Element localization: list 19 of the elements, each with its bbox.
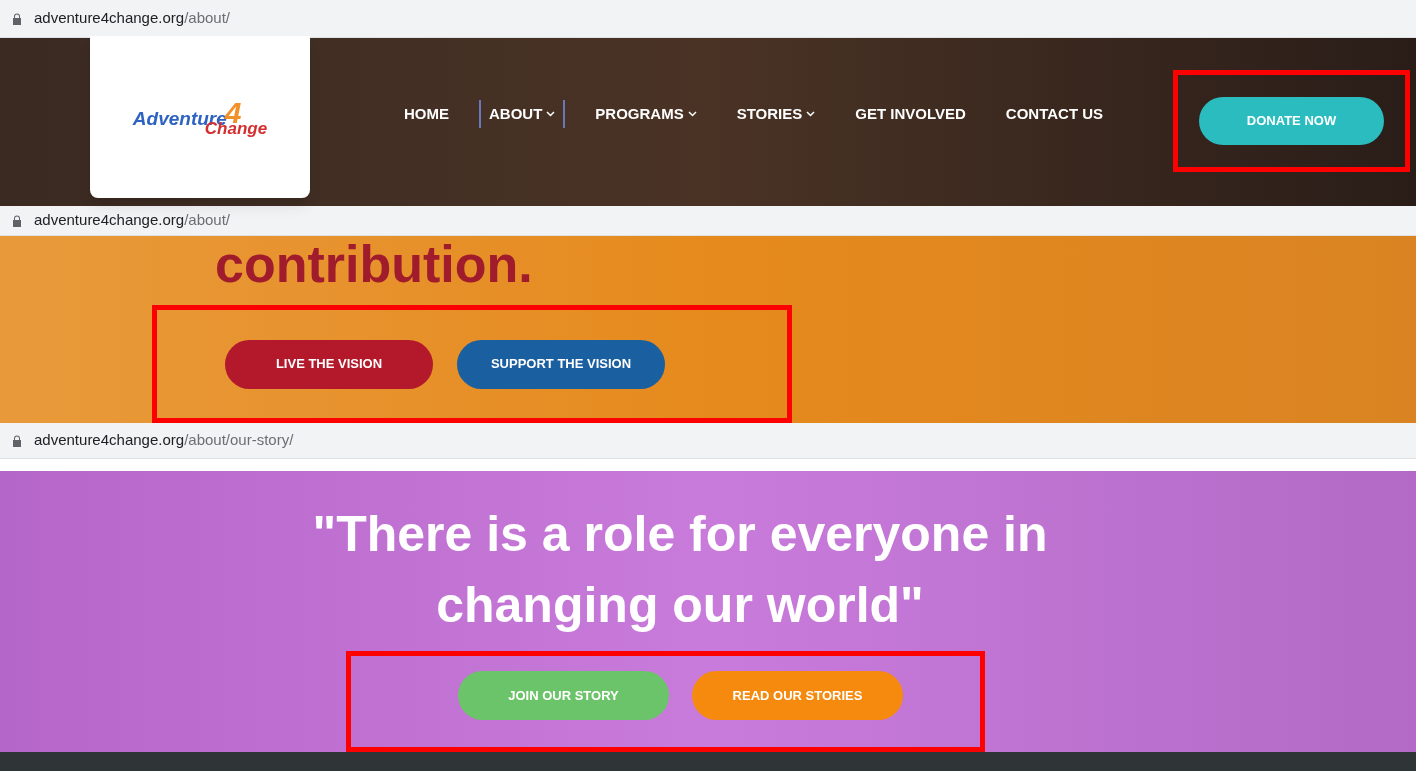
- nav-link[interactable]: STORIES: [726, 100, 826, 128]
- cta-button[interactable]: SUPPORT THE VISION: [457, 339, 665, 389]
- lock-icon: [12, 434, 22, 447]
- nav-link[interactable]: ABOUT: [479, 100, 566, 128]
- lock-icon: [12, 214, 22, 227]
- address-bar[interactable]: adventure4change.org/about/our-story/: [0, 423, 1416, 459]
- url-text: adventure4change.org/about/our-story/: [34, 430, 294, 451]
- address-bar[interactable]: adventure4change.org/about/: [0, 0, 1416, 38]
- nav-link[interactable]: CONTACT US: [995, 100, 1114, 128]
- url-text: adventure4change.org/about/: [34, 210, 230, 231]
- url-text: adventure4change.org/about/: [34, 8, 230, 29]
- nav-link[interactable]: HOME: [394, 100, 459, 128]
- section-heading: contribution.: [215, 236, 534, 292]
- address-bar[interactable]: adventure4change.org/about/: [0, 206, 1416, 236]
- cta-button[interactable]: LIVE THE VISION: [225, 339, 433, 389]
- nav-link[interactable]: PROGRAMS: [585, 100, 707, 128]
- lock-icon: [12, 12, 22, 25]
- quote-text: "There is a role for everyone in changing our world": [311, 505, 1049, 635]
- nav-link[interactable]: GET INVOLVED: [845, 100, 976, 128]
